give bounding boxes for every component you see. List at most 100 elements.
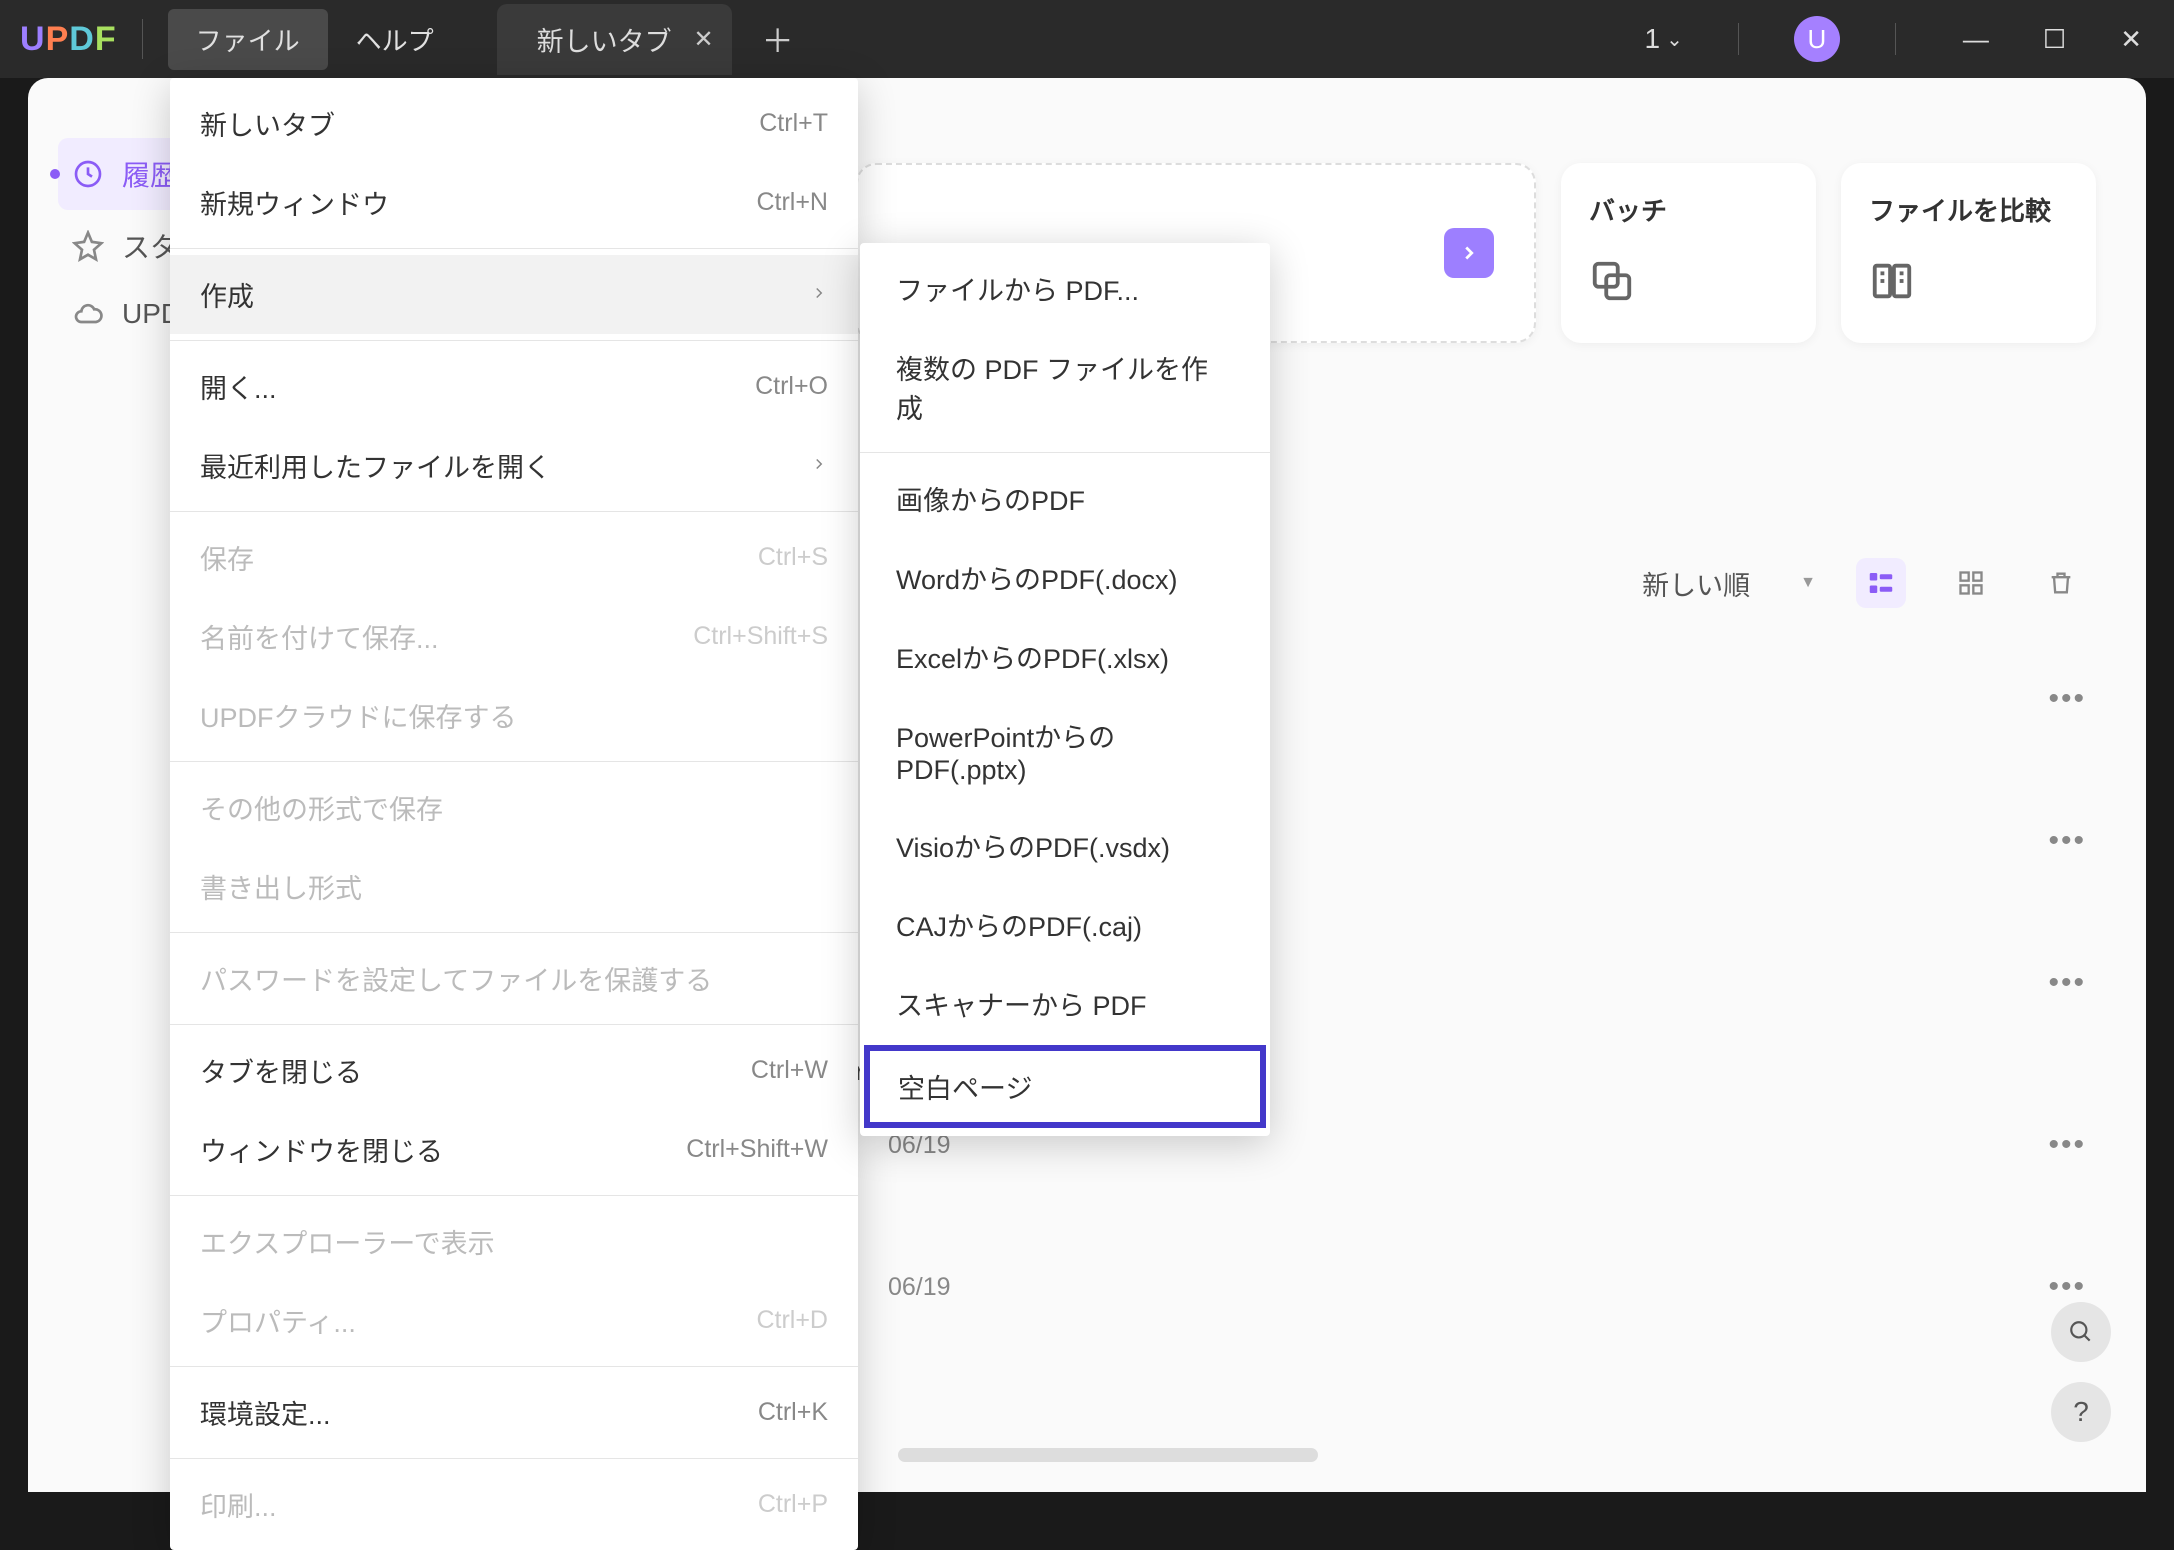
close-button[interactable]: ✕: [2108, 16, 2154, 63]
menu-shortcut: Ctrl+D: [756, 1306, 828, 1335]
menu-shortcut: Ctrl+P: [758, 1490, 828, 1519]
submenu-item[interactable]: ExcelからのPDF(.xlsx): [860, 617, 1270, 696]
menu-shortcut: Ctrl+Shift+W: [686, 1135, 828, 1164]
delete-button[interactable]: [2036, 558, 2086, 608]
menu-item-label: 最近利用したファイルを開く: [200, 446, 551, 485]
menu-shortcut: Ctrl+W: [751, 1056, 828, 1085]
more-icon[interactable]: •••: [2048, 1270, 2086, 1304]
app-logo: UPDF: [20, 20, 117, 59]
submenu-item[interactable]: ファイルから PDF...: [860, 249, 1270, 328]
help-button[interactable]: ?: [2051, 1382, 2111, 1442]
menu-separator: [170, 761, 858, 762]
chevron-right-icon: [810, 282, 828, 308]
menu-item-label: 書き出し形式: [200, 867, 362, 906]
more-icon[interactable]: •••: [2048, 966, 2086, 1000]
menu-shortcut: Ctrl+N: [756, 188, 828, 217]
more-icon[interactable]: •••: [2048, 682, 2086, 716]
menu-shortcut: Ctrl+O: [755, 372, 828, 401]
menu-item-label: 環境設定...: [200, 1393, 331, 1432]
menu-item[interactable]: 最近利用したファイルを開く: [170, 426, 858, 505]
menu-separator: [170, 1366, 858, 1367]
menu-item: エクスプローラーで表示: [170, 1202, 858, 1281]
menu-item[interactable]: 開く... Ctrl+O: [170, 347, 858, 426]
card-title: バッチ: [1589, 191, 1788, 228]
search-button[interactable]: [2051, 1302, 2111, 1362]
view-list-button[interactable]: [1856, 558, 1906, 608]
floating-buttons: ?: [2051, 1302, 2111, 1442]
menu-item[interactable]: 新規ウィンドウ Ctrl+N: [170, 163, 858, 242]
titlebar: UPDF ファイル ヘルプ 新しいタブ ✕ ＋ 1 ⌄ U — ☐ ✕: [0, 0, 2174, 78]
menu-item: その他の形式で保存: [170, 768, 858, 847]
menu-separator: [860, 452, 1270, 453]
file-row[interactable]: 06/19 •••: [888, 1246, 2086, 1328]
menu-separator: [170, 1024, 858, 1025]
menu-item-label: 名前を付けて保存...: [200, 617, 439, 656]
menu-item: 書き出し形式: [170, 847, 858, 926]
list-toolbar: 新しい順 ▼: [1642, 558, 2086, 608]
menu-item-label: 印刷...: [200, 1485, 277, 1524]
menu-separator: [170, 340, 858, 341]
cloud-icon: [72, 298, 104, 330]
menu-separator: [170, 1195, 858, 1196]
batch-card[interactable]: バッチ: [1561, 163, 1816, 343]
submenu-item[interactable]: PowerPointからのPDF(.pptx): [860, 696, 1270, 806]
menu-item-label: UPDFクラウドに保存する: [200, 696, 517, 735]
add-tab-button[interactable]: ＋: [762, 16, 794, 62]
submenu-item[interactable]: 画像からのPDF: [860, 459, 1270, 538]
menu-item[interactable]: 新しいタブCtrl+T: [170, 84, 858, 163]
menu-item-label: 開く...: [200, 367, 277, 406]
star-icon: [72, 230, 104, 262]
menu-separator: [170, 511, 858, 512]
menu-item[interactable]: タブを閉じる Ctrl+W: [170, 1031, 858, 1110]
sort-dropdown[interactable]: 新しい順 ▼: [1642, 564, 1816, 603]
close-icon[interactable]: ✕: [694, 25, 714, 54]
submenu-item[interactable]: スキャナーから PDF: [860, 964, 1270, 1043]
menu-item-label: タブを閉じる: [200, 1051, 362, 1090]
menu-item-label: 新規ウィンドウ: [200, 183, 389, 222]
menu-shortcut: Ctrl+S: [758, 543, 828, 572]
submenu-item[interactable]: WordからのPDF(.docx): [860, 538, 1270, 617]
menu-separator: [170, 1458, 858, 1459]
submenu-item[interactable]: 複数の PDF ファイルを作成: [860, 328, 1270, 446]
compare-card[interactable]: ファイルを比較: [1841, 163, 2096, 343]
tab-strip: 新しいタブ ✕ ＋: [497, 4, 1645, 75]
separator: [142, 19, 143, 59]
chevron-down-icon: ▼: [1800, 574, 1816, 592]
compare-icon: [1869, 258, 1915, 304]
menu-item: プロパティ... Ctrl+D: [170, 1281, 858, 1360]
file-time: 06/19: [888, 1273, 951, 1302]
minimize-button[interactable]: —: [1951, 16, 2001, 63]
menu-item[interactable]: 作成: [170, 255, 858, 334]
menu-help[interactable]: ヘルプ: [328, 9, 462, 70]
batch-icon: [1589, 258, 1635, 304]
menubar: ファイル ヘルプ: [168, 9, 462, 70]
tab-new[interactable]: 新しいタブ ✕: [497, 4, 732, 75]
submenu-item[interactable]: VisioからのPDF(.vsdx): [860, 806, 1270, 885]
more-icon[interactable]: •••: [2048, 1128, 2086, 1162]
menu-item-label: 保存: [200, 538, 254, 577]
menu-item[interactable]: ウィンドウを閉じるCtrl+Shift+W: [170, 1110, 858, 1189]
menu-item-label: 作成: [200, 275, 254, 314]
file-menu-dropdown: 新しいタブCtrl+T 新規ウィンドウ Ctrl+N 作成開く... Ctrl+O 最近利…: [170, 78, 858, 1550]
chevron-down-icon: ⌄: [1666, 27, 1683, 52]
submenu-item[interactable]: 空白ページ: [864, 1045, 1266, 1128]
submenu-item[interactable]: CAJからのPDF(.caj): [860, 885, 1270, 964]
maximize-button[interactable]: ☐: [2031, 16, 2078, 63]
menu-file[interactable]: ファイル: [168, 9, 328, 70]
menu-item-label: プロパティ...: [200, 1301, 356, 1340]
menu-shortcut: Ctrl+Shift+S: [693, 622, 828, 651]
horizontal-scrollbar[interactable]: [898, 1448, 1318, 1462]
notification-count[interactable]: 1 ⌄: [1645, 23, 1683, 55]
chevron-right-icon: [1444, 228, 1494, 278]
menu-item-label: 新しいタブ: [200, 104, 335, 143]
clock-icon: [72, 158, 104, 190]
menu-item-label: エクスプローラーで表示: [200, 1222, 495, 1261]
user-avatar[interactable]: U: [1794, 16, 1840, 62]
menu-item-label: その他の形式で保存: [200, 788, 443, 827]
chevron-right-icon: [810, 453, 828, 479]
separator: [1738, 23, 1739, 55]
more-icon[interactable]: •••: [2048, 824, 2086, 858]
menu-item: UPDFクラウドに保存する: [170, 676, 858, 755]
view-grid-button[interactable]: [1946, 558, 1996, 608]
menu-item[interactable]: 環境設定...Ctrl+K: [170, 1373, 858, 1452]
